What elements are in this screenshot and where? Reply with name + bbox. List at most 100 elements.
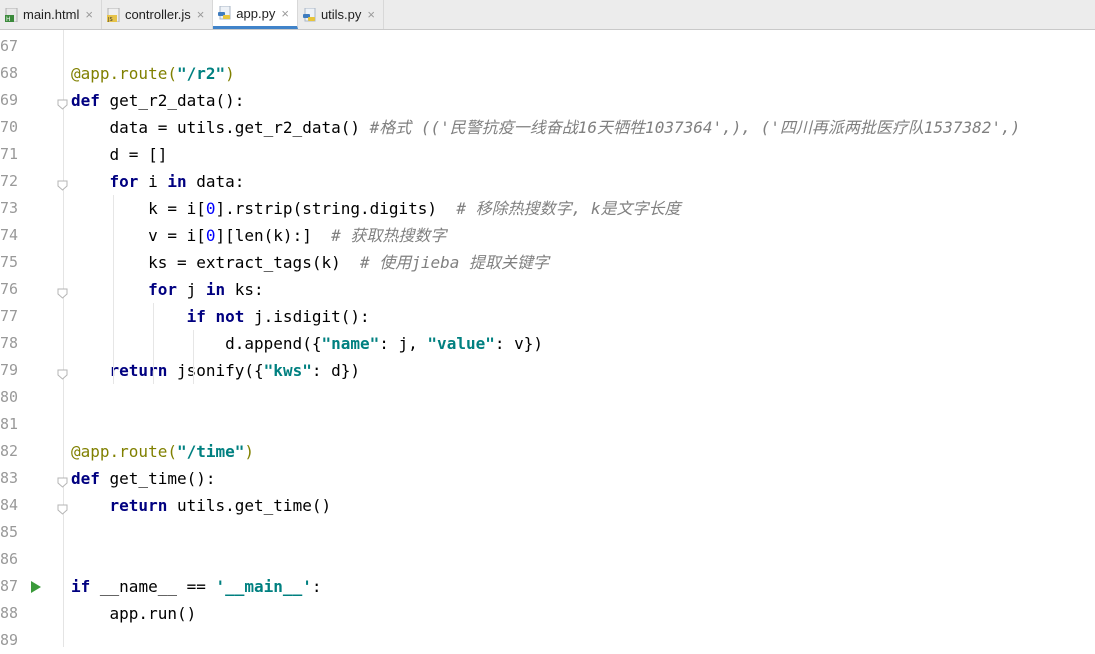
line-number: 74: [0, 226, 19, 244]
code-line[interactable]: 76 for j in ks:: [0, 276, 1095, 303]
editor-tab-bar: Hmain.html × JS controller.js × app.py × utils.…: [0, 0, 1095, 30]
code-line[interactable]: 77 if not j.isdigit():: [0, 303, 1095, 330]
code-token-plain: v = i[: [71, 226, 206, 245]
code-token-plain: utils.get_time(): [176, 496, 332, 515]
fold-marker-icon[interactable]: [57, 365, 68, 380]
code-line[interactable]: 82 @app.route("/time"): [0, 438, 1095, 465]
code-line[interactable]: 69 def get_r2_data():: [0, 87, 1095, 114]
code-token-str: '__main__': [215, 577, 312, 596]
indent-guide: [153, 303, 154, 384]
code-text: d.append({"name": j, "value": v}): [71, 330, 543, 357]
code-line[interactable]: 84 return utils.get_time(): [0, 492, 1095, 519]
code-token-dec: ): [225, 64, 235, 83]
code-token-kw: for: [148, 280, 187, 299]
code-line[interactable]: 86: [0, 546, 1095, 573]
code-editor[interactable]: 67 68 @app.route("/r2") 69 def get_r2_data()…: [0, 30, 1095, 649]
js-file-icon: JS: [106, 7, 121, 22]
close-tab-icon[interactable]: ×: [367, 7, 375, 22]
code-line[interactable]: 73 k = i[0].rstrip(string.digits) # 移除热搜…: [0, 195, 1095, 222]
fold-marker-icon[interactable]: [57, 176, 68, 191]
line-number: 86: [0, 550, 19, 568]
code-token-plain: j: [186, 280, 206, 299]
code-line[interactable]: 79 return jsonify({"kws": d}): [0, 357, 1095, 384]
fold-marker-icon[interactable]: [57, 500, 68, 515]
code-text: def get_r2_data():: [71, 87, 244, 114]
code-token-plain: d = []: [71, 145, 168, 164]
code-text: return utils.get_time(): [71, 492, 332, 519]
code-token-dec: @app.route(: [71, 442, 177, 461]
tab-label: controller.js: [124, 7, 191, 22]
line-number: 69: [0, 91, 19, 109]
code-token-plain: i: [148, 172, 168, 191]
code-token-kw: if: [71, 577, 100, 596]
code-line[interactable]: 89: [0, 627, 1095, 654]
line-number: 80: [0, 388, 19, 406]
line-number: 67: [0, 37, 19, 55]
code-token-plain: ][len(k):]: [215, 226, 332, 245]
code-line[interactable]: 85: [0, 519, 1095, 546]
code-token-cmt: # 获取热搜数字: [331, 226, 447, 245]
code-token-cmt: #格式 (('民警抗疫一线奋战16天牺牲1037364',), ('四川再派两批…: [369, 118, 1021, 137]
code-text: v = i[0][len(k):] # 获取热搜数字: [71, 222, 446, 249]
close-tab-icon[interactable]: ×: [197, 7, 205, 22]
code-text: data = utils.get_r2_data() #格式 (('民警抗疫一线…: [71, 114, 1021, 141]
code-line[interactable]: 78 d.append({"name": j, "value": v}): [0, 330, 1095, 357]
code-token-plain: : d}): [311, 361, 361, 380]
fold-marker-icon[interactable]: [57, 473, 68, 488]
tab-utils-py[interactable]: utils.py ×: [298, 0, 384, 29]
code-line[interactable]: 67: [0, 33, 1095, 60]
code-text: app.run(): [71, 600, 197, 627]
tab-main-html[interactable]: Hmain.html ×: [0, 0, 102, 29]
code-line[interactable]: 74 v = i[0][len(k):] # 获取热搜数字: [0, 222, 1095, 249]
run-gutter-icon[interactable]: [30, 579, 42, 593]
line-number: 75: [0, 253, 19, 271]
code-line[interactable]: 70 data = utils.get_r2_data() #格式 (('民警抗…: [0, 114, 1095, 141]
code-token-kw: def: [71, 91, 110, 110]
code-line[interactable]: 75 ks = extract_tags(k) # 使用jieba 提取关键字: [0, 249, 1095, 276]
fold-marker-icon[interactable]: [57, 284, 68, 299]
code-token-kw: return: [109, 496, 177, 515]
code-line[interactable]: 68 @app.route("/r2"): [0, 60, 1095, 87]
code-text: return jsonify({"kws": d}): [71, 357, 360, 384]
code-line[interactable]: 80: [0, 384, 1095, 411]
python-file-icon: [218, 6, 232, 20]
code-token-kw: def: [71, 469, 110, 488]
code-token-kw: in: [205, 280, 235, 299]
line-number: 73: [0, 199, 19, 217]
code-line[interactable]: 88 app.run(): [0, 600, 1095, 627]
line-number: 79: [0, 361, 19, 379]
code-token-plain: __name__ ==: [99, 577, 216, 596]
tab-app-py[interactable]: app.py ×: [213, 0, 298, 29]
close-tab-icon[interactable]: ×: [281, 6, 289, 21]
code-text: ks = extract_tags(k) # 使用jieba 提取关键字: [71, 249, 549, 276]
code-line[interactable]: 72 for i in data:: [0, 168, 1095, 195]
code-token-dec: ): [244, 442, 255, 461]
line-number: 70: [0, 118, 19, 136]
code-token-cmt: # 移除热搜数字, k是文字长度: [456, 199, 681, 218]
code-token-kw: return: [109, 361, 177, 380]
line-number: 72: [0, 172, 19, 190]
line-number: 84: [0, 496, 19, 514]
code-line[interactable]: 87 if __name__ == '__main__':: [0, 573, 1095, 600]
code-line[interactable]: 81: [0, 411, 1095, 438]
code-token-dec: @app.route(: [71, 64, 177, 83]
line-number: 77: [0, 307, 19, 325]
code-token-str: "/r2": [176, 64, 226, 83]
fold-marker-icon[interactable]: [57, 95, 68, 110]
code-token-plain: j.isdigit():: [254, 307, 370, 326]
code-line[interactable]: 71 d = []: [0, 141, 1095, 168]
tab-controller-js[interactable]: JS controller.js ×: [102, 0, 214, 29]
code-token-plain: ks = extract_tags(k): [71, 253, 360, 272]
line-number: 81: [0, 415, 19, 433]
code-text: @app.route("/time"): [71, 438, 254, 465]
close-tab-icon[interactable]: ×: [85, 7, 93, 22]
code-token-plain: ks:: [234, 280, 264, 299]
python-file-icon: [302, 7, 317, 22]
code-token-num: 0: [205, 199, 216, 218]
code-line[interactable]: 83 def get_time():: [0, 465, 1095, 492]
indent-guide: [193, 330, 194, 384]
